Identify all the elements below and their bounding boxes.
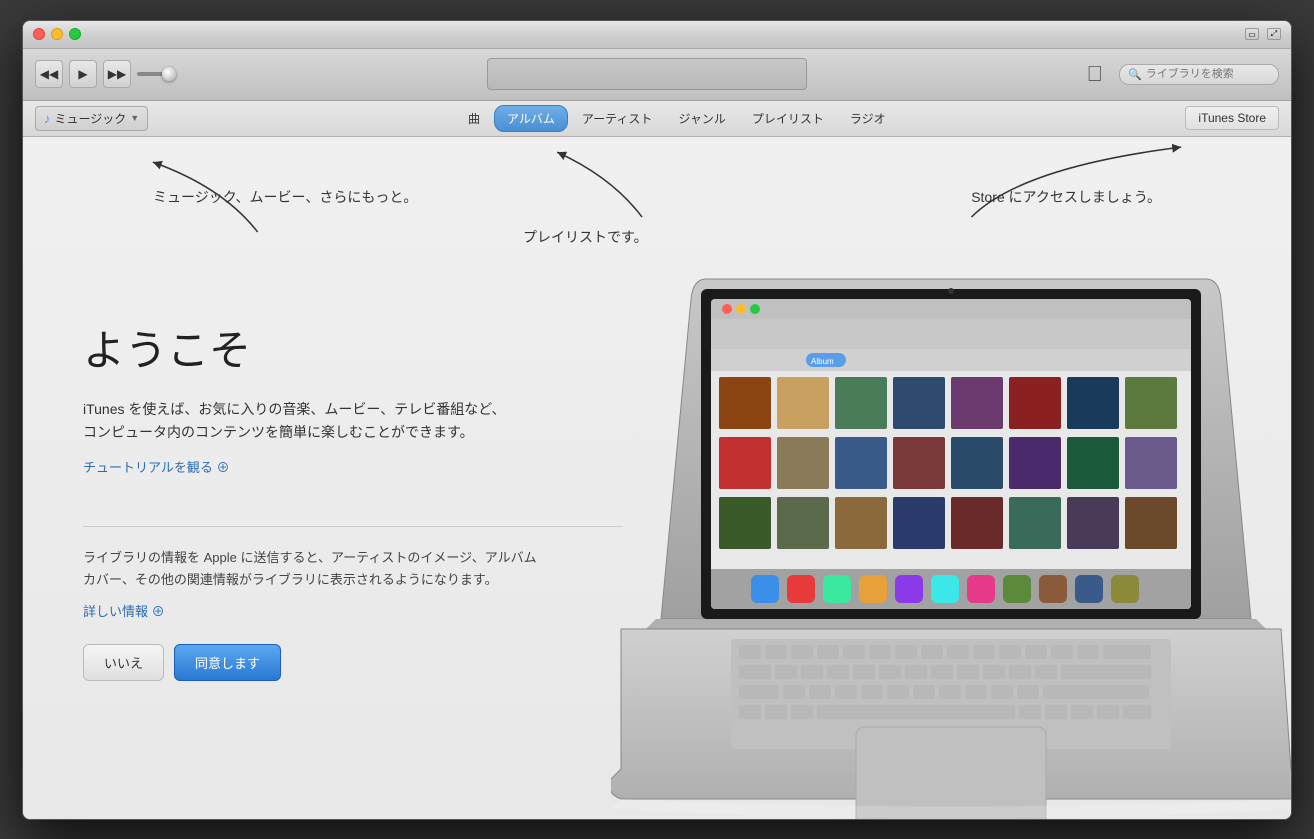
search-icon: 🔍 — [1128, 68, 1142, 81]
forward-icon: ▶▶ — [108, 67, 126, 81]
svg-text:Album: Album — [811, 357, 834, 366]
tab-genres[interactable]: ジャンル — [666, 106, 737, 131]
tab-radio[interactable]: ラジオ — [838, 106, 898, 131]
now-playing-display — [487, 58, 807, 90]
divider — [83, 526, 623, 527]
music-note-icon: ♪ — [44, 111, 51, 126]
search-input[interactable] — [1146, 68, 1266, 80]
restore-button[interactable]: ▭ — [1245, 28, 1259, 40]
source-selector[interactable]: ♪ ミュージック ▼ — [35, 106, 148, 131]
tutorial-link[interactable]: チュートリアルを観る ⊕ — [83, 457, 229, 476]
welcome-title: ようこそ — [83, 317, 623, 378]
play-icon: ▶ — [78, 67, 87, 81]
annotation-right: Store にアクセスしましょう。 — [971, 187, 1161, 207]
volume-knob — [162, 67, 176, 81]
annotation-middle: プレイリストです。 — [523, 227, 648, 247]
source-label: ミュージック — [55, 110, 127, 127]
nav-bar: ♪ ミュージック ▼ 曲 アルバム アーティスト ジャンル プレイリスト ラジオ — [23, 101, 1291, 137]
macbook-svg: Album — [611, 269, 1291, 819]
toolbar: ◀◀ ▶ ▶▶  🔍 — [23, 49, 1291, 101]
tab-songs[interactable]: 曲 — [456, 106, 492, 131]
nav-tabs: 曲 アルバム アーティスト ジャンル プレイリスト ラジオ — [170, 105, 1183, 132]
maximize-button[interactable] — [69, 28, 81, 40]
macbook-illustration: Album — [611, 269, 1291, 819]
action-buttons: いいえ 同意します — [83, 644, 623, 681]
fullscreen-button[interactable]: ⤢ — [1267, 28, 1281, 40]
main-content: ミュージック、ムービー、さらにもっと。 プレイリストです。 Store にアクセ… — [23, 137, 1291, 819]
no-button[interactable]: いいえ — [83, 644, 164, 681]
tab-playlists[interactable]: プレイリスト — [740, 106, 836, 131]
title-bar: ▭ ⤢ — [23, 21, 1291, 49]
back-icon: ◀◀ — [40, 67, 58, 81]
source-dropdown-icon: ▼ — [130, 113, 139, 123]
toolbar-center — [215, 58, 1079, 90]
forward-button[interactable]: ▶▶ — [103, 60, 131, 88]
detail-link[interactable]: 詳しい情報 ⊕ — [83, 601, 165, 620]
volume-slider[interactable] — [137, 72, 207, 76]
welcome-description: iTunes を使えば、お気に入りの音楽、ムービー、テレビ番組など、 コンピュー… — [83, 398, 623, 446]
itunes-store-button[interactable]: iTunes Store — [1185, 106, 1279, 130]
minimize-button[interactable] — [51, 28, 63, 40]
annotation-left: ミュージック、ムービー、さらにもっと。 — [153, 187, 417, 207]
welcome-section: ようこそ iTunes を使えば、お気に入りの音楽、ムービー、テレビ番組など、 … — [83, 317, 623, 682]
back-button[interactable]: ◀◀ — [35, 60, 63, 88]
play-button[interactable]: ▶ — [69, 60, 97, 88]
toolbar-left: ◀◀ ▶ ▶▶ — [35, 60, 207, 88]
title-bar-right: ▭ ⤢ — [1245, 28, 1281, 40]
tab-artists[interactable]: アーティスト — [570, 106, 665, 131]
info-description: ライブラリの情報を Apple に送信すると、アーティストのイメージ、アルバム … — [83, 547, 623, 591]
close-button[interactable] — [33, 28, 45, 40]
tab-albums[interactable]: アルバム — [494, 105, 568, 132]
itunes-window: ▭ ⤢ ◀◀ ▶ ▶▶  🔍 — [22, 20, 1292, 820]
toolbar-right: 🔍 — [1119, 64, 1279, 85]
search-box[interactable]: 🔍 — [1119, 64, 1279, 85]
traffic-lights — [33, 28, 81, 40]
apple-logo-icon:  — [1087, 61, 1104, 87]
agree-button[interactable]: 同意します — [174, 644, 281, 681]
